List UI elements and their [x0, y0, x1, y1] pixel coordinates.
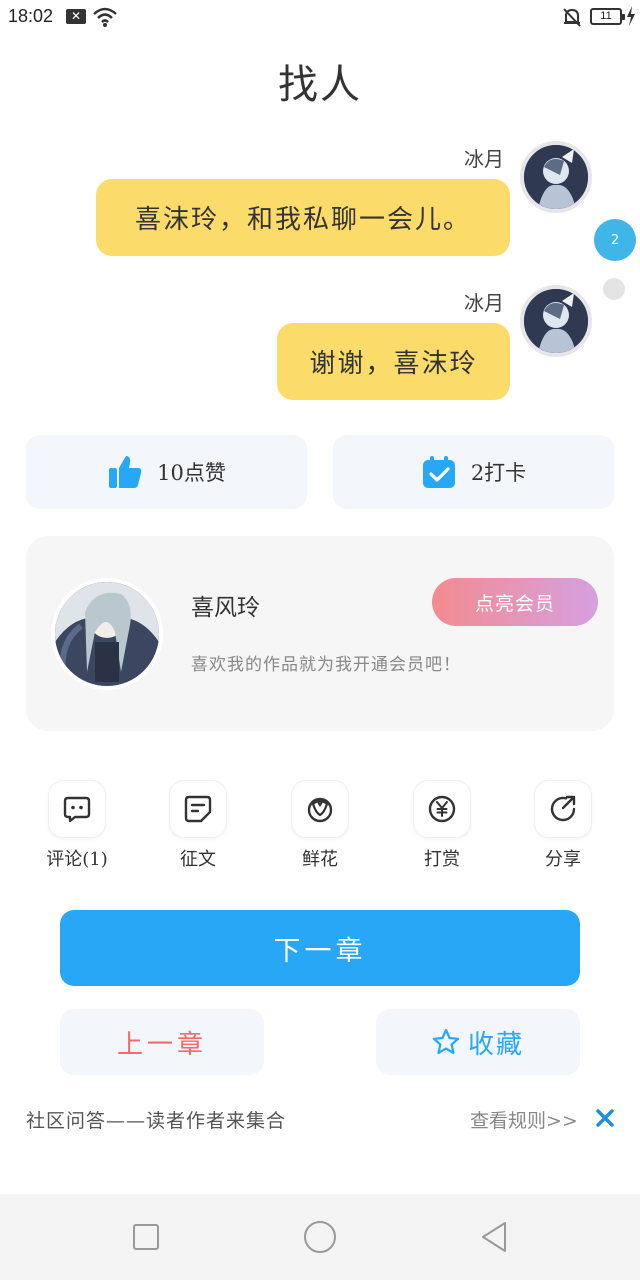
- flower-icon-box: [292, 781, 348, 837]
- checkin-count: 2打卡: [470, 461, 527, 485]
- yen-coin-icon: [428, 795, 456, 823]
- avatar[interactable]: [520, 141, 592, 213]
- comment-button[interactable]: 评论(1): [37, 781, 117, 871]
- message-sender: 冰月: [464, 291, 504, 315]
- share-button[interactable]: 分享: [523, 781, 603, 871]
- lightning-icon: [627, 6, 635, 26]
- favorite-label: 收藏: [467, 1029, 524, 1060]
- author-card: 喜风玲 喜欢我的作品就为我开通会员吧！ 点亮会员: [26, 536, 614, 731]
- message-sender: 冰月: [464, 147, 504, 171]
- community-link[interactable]: 社区问答——读者作者来集合: [26, 1106, 286, 1133]
- comment-icon: [63, 796, 91, 823]
- battery-indicator: 11: [590, 8, 625, 25]
- essay-icon: [184, 795, 212, 823]
- author-name: 喜风玲: [191, 595, 260, 621]
- system-nav-bar: [0, 1194, 640, 1280]
- floating-dot[interactable]: [603, 278, 625, 300]
- action-label: 分享: [545, 849, 581, 870]
- status-bar: 18:02 ✕ 11: [0, 0, 640, 34]
- next-chapter-button[interactable]: 下一章: [60, 910, 580, 986]
- action-label: 评论(1): [46, 849, 108, 870]
- like-stat-button[interactable]: 10点赞: [26, 435, 307, 509]
- wifi-icon: [93, 7, 117, 27]
- flower-button[interactable]: 鲜花: [280, 781, 360, 871]
- action-label: 鲜花: [302, 849, 338, 870]
- home-icon[interactable]: [302, 1214, 338, 1260]
- rules-link[interactable]: 查看规则>>: [470, 1106, 578, 1133]
- message-bubble[interactable]: 谢谢，喜沫玲: [277, 323, 510, 400]
- message-bubble[interactable]: 喜沫玲，和我私聊一会儿。: [96, 179, 510, 256]
- close-box-icon: ✕: [66, 9, 86, 24]
- yen-coin-icon-box: [414, 781, 470, 837]
- checkin-stat-button[interactable]: 2打卡: [333, 435, 614, 509]
- vip-button[interactable]: 点亮会员: [432, 578, 598, 626]
- avatar-image: [524, 289, 588, 353]
- back-icon[interactable]: [478, 1214, 510, 1260]
- flower-icon: [307, 797, 333, 823]
- comment-icon-box: [49, 781, 105, 837]
- essay-icon-box: [170, 781, 226, 837]
- calendar-check-icon: [422, 456, 455, 488]
- action-label: 征文: [180, 849, 216, 870]
- like-count: 10点赞: [157, 461, 226, 485]
- author-slogan: 喜欢我的作品就为我开通会员吧！: [191, 655, 461, 675]
- thumbs-up-icon: [109, 456, 142, 488]
- action-label: 打赏: [424, 849, 460, 870]
- avatar-image: [524, 145, 588, 209]
- author-avatar-image: [55, 582, 159, 686]
- status-time: 18:02: [8, 6, 54, 26]
- bell-muted-icon: [563, 8, 581, 27]
- prev-chapter-button[interactable]: 上一章: [60, 1009, 264, 1075]
- favorite-button[interactable]: 收藏: [376, 1009, 580, 1075]
- essay-button[interactable]: 征文: [158, 781, 238, 871]
- tip-button[interactable]: 打赏: [402, 781, 482, 871]
- close-icon[interactable]: [595, 1108, 615, 1128]
- avatar[interactable]: [520, 285, 592, 357]
- share-icon-box: [535, 781, 591, 837]
- floating-badge[interactable]: 2: [594, 219, 636, 261]
- author-avatar[interactable]: [51, 578, 163, 690]
- star-icon: [432, 1028, 460, 1055]
- share-icon: [550, 795, 576, 822]
- recent-apps-icon[interactable]: [130, 1214, 162, 1260]
- page-title: 找人: [278, 62, 362, 108]
